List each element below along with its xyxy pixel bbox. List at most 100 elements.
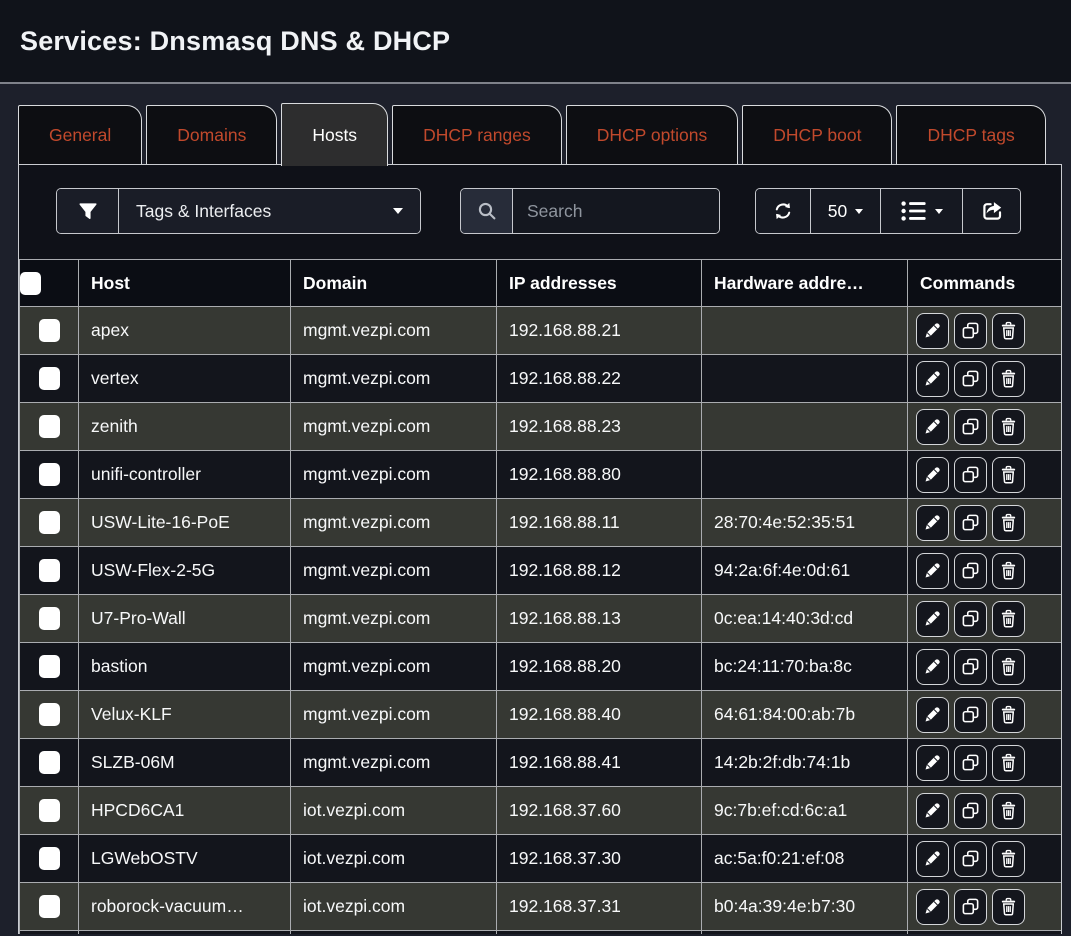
tab-dhcp-ranges[interactable]: DHCP ranges bbox=[392, 105, 562, 164]
row-checkbox[interactable] bbox=[39, 655, 60, 678]
delete-button[interactable] bbox=[992, 889, 1025, 925]
column-header-host[interactable]: Host bbox=[79, 260, 291, 307]
trash-icon bbox=[999, 801, 1018, 820]
domain-cell: iot.vezpi.com bbox=[291, 787, 497, 835]
domain-cell: mgmt.vezpi.com bbox=[291, 451, 497, 499]
tab-hosts[interactable]: Hosts bbox=[281, 103, 388, 166]
column-header-ip-addresses[interactable]: IP addresses bbox=[497, 260, 702, 307]
host-cell: SLZB-06M bbox=[79, 739, 291, 787]
copy-button[interactable] bbox=[954, 649, 987, 685]
domain-cell: mgmt.vezpi.com bbox=[291, 499, 497, 547]
row-checkbox[interactable] bbox=[39, 463, 60, 486]
trash-icon bbox=[999, 657, 1018, 676]
tab-general[interactable]: General bbox=[18, 105, 142, 164]
ip-cell: 192.168.88.80 bbox=[497, 451, 702, 499]
host-cell: bastion bbox=[79, 643, 291, 691]
edit-button[interactable] bbox=[916, 457, 949, 493]
row-checkbox[interactable] bbox=[39, 511, 60, 534]
delete-button[interactable] bbox=[992, 601, 1025, 637]
copy-button[interactable] bbox=[954, 745, 987, 781]
pencil-icon bbox=[923, 801, 942, 820]
select-all-header-cell bbox=[20, 260, 79, 307]
tab-dhcp-options[interactable]: DHCP options bbox=[566, 105, 739, 164]
table-row: roborock-vacuum…iot.vezpi.com192.168.37.… bbox=[20, 883, 1062, 931]
row-checkbox[interactable] bbox=[39, 895, 60, 918]
edit-button[interactable] bbox=[916, 505, 949, 541]
host-cell: U7-Pro-Wall bbox=[79, 595, 291, 643]
column-header-domain[interactable]: Domain bbox=[291, 260, 497, 307]
row-checkbox[interactable] bbox=[39, 751, 60, 774]
row-checkbox[interactable] bbox=[39, 367, 60, 390]
row-checkbox[interactable] bbox=[39, 607, 60, 630]
row-checkbox[interactable] bbox=[39, 799, 60, 822]
edit-button[interactable] bbox=[916, 601, 949, 637]
tab-dhcp-tags[interactable]: DHCP tags bbox=[896, 105, 1045, 164]
ip-cell: 192.168.37.31 bbox=[497, 883, 702, 931]
clone-icon bbox=[961, 465, 980, 484]
delete-button[interactable] bbox=[992, 505, 1025, 541]
edit-button[interactable] bbox=[916, 793, 949, 829]
edit-button[interactable] bbox=[916, 841, 949, 877]
refresh-button[interactable] bbox=[756, 189, 810, 233]
copy-button[interactable] bbox=[954, 505, 987, 541]
copy-button[interactable] bbox=[954, 841, 987, 877]
ip-cell: 192.168.88.13 bbox=[497, 595, 702, 643]
commands-cell bbox=[908, 787, 1062, 835]
filter-dropdown-label: Tags & Interfaces bbox=[136, 201, 271, 222]
select-all-checkbox[interactable] bbox=[20, 272, 41, 295]
caret-down-icon bbox=[855, 209, 863, 214]
tab-domains[interactable]: Domains bbox=[146, 105, 277, 164]
tab-dhcp-boot[interactable]: DHCP boot bbox=[742, 105, 892, 164]
edit-button[interactable] bbox=[916, 745, 949, 781]
delete-button[interactable] bbox=[992, 553, 1025, 589]
copy-button[interactable] bbox=[954, 361, 987, 397]
copy-button[interactable] bbox=[954, 601, 987, 637]
pencil-icon bbox=[923, 513, 942, 532]
delete-button[interactable] bbox=[992, 313, 1025, 349]
delete-button[interactable] bbox=[992, 745, 1025, 781]
commands-cell bbox=[908, 499, 1062, 547]
edit-button[interactable] bbox=[916, 649, 949, 685]
filter-dropdown[interactable]: Tags & Interfaces bbox=[119, 189, 420, 233]
row-checkbox[interactable] bbox=[39, 703, 60, 726]
row-select-cell bbox=[20, 307, 79, 355]
copy-button[interactable] bbox=[954, 457, 987, 493]
row-checkbox[interactable] bbox=[39, 415, 60, 438]
row-checkbox[interactable] bbox=[39, 559, 60, 582]
columns-button[interactable] bbox=[880, 189, 962, 233]
trash-icon bbox=[999, 609, 1018, 628]
edit-button[interactable] bbox=[916, 553, 949, 589]
delete-button[interactable] bbox=[992, 457, 1025, 493]
copy-button[interactable] bbox=[954, 409, 987, 445]
copy-button[interactable] bbox=[954, 697, 987, 733]
delete-button[interactable] bbox=[992, 841, 1025, 877]
search-button[interactable] bbox=[461, 189, 513, 233]
copy-button[interactable] bbox=[954, 313, 987, 349]
delete-button[interactable] bbox=[992, 409, 1025, 445]
copy-button[interactable] bbox=[954, 889, 987, 925]
edit-button[interactable] bbox=[916, 697, 949, 733]
magnifier-icon bbox=[475, 199, 499, 223]
table-row: HPCD6CA1iot.vezpi.com192.168.37.609c:7b:… bbox=[20, 787, 1062, 835]
trash-icon bbox=[999, 513, 1018, 532]
delete-button[interactable] bbox=[992, 793, 1025, 829]
column-header-hardware-addre[interactable]: Hardware addre… bbox=[702, 260, 908, 307]
page-size-button[interactable]: 50 bbox=[810, 189, 880, 233]
mac-cell bbox=[702, 307, 908, 355]
delete-button[interactable] bbox=[992, 649, 1025, 685]
copy-button[interactable] bbox=[954, 553, 987, 589]
trash-icon bbox=[999, 465, 1018, 484]
row-checkbox[interactable] bbox=[39, 847, 60, 870]
edit-button[interactable] bbox=[916, 313, 949, 349]
search-input[interactable] bbox=[513, 189, 719, 233]
row-checkbox[interactable] bbox=[39, 319, 60, 342]
export-button[interactable] bbox=[962, 189, 1020, 233]
host-cell: vertex bbox=[79, 355, 291, 403]
copy-button[interactable] bbox=[954, 793, 987, 829]
edit-button[interactable] bbox=[916, 409, 949, 445]
edit-button[interactable] bbox=[916, 361, 949, 397]
delete-button[interactable] bbox=[992, 697, 1025, 733]
delete-button[interactable] bbox=[992, 361, 1025, 397]
edit-button[interactable] bbox=[916, 889, 949, 925]
filter-button[interactable] bbox=[57, 189, 119, 233]
